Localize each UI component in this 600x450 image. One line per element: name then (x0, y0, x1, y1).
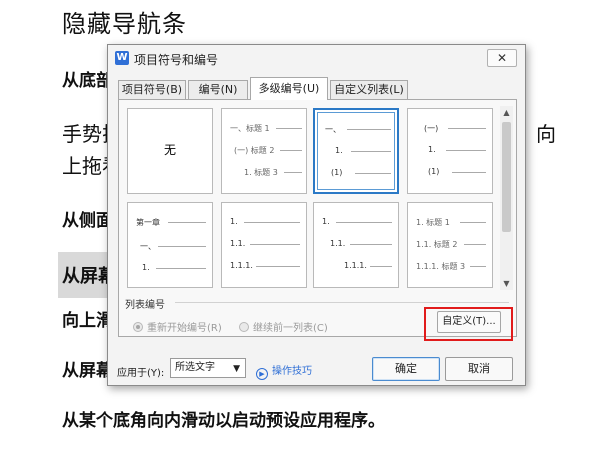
preview-line (460, 222, 486, 223)
gallery-scrollbar[interactable]: ▲ ▼ (500, 106, 513, 290)
style-decimal-indented[interactable]: 1. 1.1. 1.1.1. (313, 202, 399, 288)
style-row: 1.1. (230, 239, 246, 248)
tab-numbering[interactable]: 编号(N) (188, 80, 248, 99)
multilevel-panel: 无 一、标题 1 (一) 标题 2 1. 标题 3 一、 1. (1) (一) (118, 99, 517, 337)
section-divider (175, 302, 509, 303)
preview-line (284, 172, 302, 173)
chevron-down-icon: ▼ (233, 364, 240, 374)
style-row: 1. (428, 145, 436, 154)
page-title: 隐藏导航条 (62, 10, 187, 38)
style-row: 1.1.1. 标题 3 (416, 262, 466, 271)
apply-to-value: 所选文字 (175, 362, 215, 373)
tips-link[interactable]: ▶ 操作技巧 (256, 362, 312, 380)
style-row: 1.1. (330, 239, 346, 248)
preview-line (350, 244, 392, 245)
style-row: 1. (335, 146, 343, 155)
style-none-label: 无 (163, 143, 176, 157)
style-row: 一、 (325, 125, 341, 134)
style-row: 1. (230, 217, 238, 226)
ok-button[interactable]: 确定 (372, 357, 440, 381)
radio-selected-icon (133, 322, 143, 332)
apply-to-label: 应用于(Y): (117, 368, 165, 379)
doc-line-8: 从某个底角向内滑动以启动预设应用程序。 (62, 411, 385, 431)
style-heading-chinese[interactable]: 一、标题 1 (一) 标题 2 1. 标题 3 (221, 108, 307, 194)
play-icon: ▶ (256, 368, 268, 380)
scroll-down-icon[interactable]: ▼ (500, 277, 513, 290)
wps-logo-icon: W (115, 51, 129, 65)
preview-line (158, 246, 206, 247)
style-chapter[interactable]: 第一章 一、 1. (127, 202, 213, 288)
preview-line (336, 222, 392, 223)
style-row: 1. 标题 3 (244, 168, 278, 177)
radio-continue-list[interactable]: 继续前一列表(C) (239, 319, 328, 334)
preview-line (168, 222, 206, 223)
style-row: 一、标题 1 (230, 124, 270, 133)
preview-line (250, 244, 300, 245)
style-row: 一、 (140, 242, 156, 251)
preview-line (464, 244, 486, 245)
highlight-annotation-box (424, 307, 513, 341)
tips-label: 操作技巧 (272, 366, 312, 377)
style-none[interactable]: 无 (127, 108, 213, 194)
preview-line (370, 266, 392, 267)
tab-bullets[interactable]: 项目符号(B) (118, 80, 186, 99)
doc-line-4: 从侧面 (62, 211, 113, 231)
apply-to-select[interactable]: 所选文字 ▼ (170, 358, 246, 378)
doc-line-7: 从屏幕 (62, 361, 113, 381)
list-numbering-label: 列表编号 (125, 300, 165, 311)
style-row: (一) (424, 124, 439, 133)
radio-restart-numbering[interactable]: 重新开始编号(R) (133, 319, 222, 334)
preview-line (347, 129, 391, 130)
style-chinese-numbered[interactable]: 一、 1. (1) (313, 108, 399, 194)
style-row: 1. (322, 217, 330, 226)
radio-empty-icon (239, 322, 249, 332)
preview-line (256, 266, 300, 267)
radio-continue-label: 继续前一列表(C) (253, 323, 328, 334)
preview-line (244, 222, 300, 223)
style-row: (1) (331, 168, 343, 177)
style-row: 1. (142, 263, 150, 272)
preview-line (280, 150, 302, 151)
style-gallery: 无 一、标题 1 (一) 标题 2 1. 标题 3 一、 1. (1) (一) (127, 108, 498, 290)
style-row: 1.1.1. (230, 261, 253, 270)
preview-line (470, 266, 486, 267)
style-row: 1.1. 标题 2 (416, 240, 458, 249)
doc-line-1: 从底部 (62, 71, 113, 91)
preview-line (351, 151, 391, 152)
doc-line-6: 向上滑 (62, 311, 113, 331)
style-row: 1. 标题 1 (416, 218, 450, 227)
dialog-title: 项目符号和编号 (134, 53, 219, 67)
cancel-button[interactable]: 取消 (445, 357, 513, 381)
tab-multilevel[interactable]: 多级编号(U) (250, 77, 328, 100)
scroll-thumb[interactable] (502, 122, 511, 232)
style-decimal-heading[interactable]: 1. 标题 1 1.1. 标题 2 1.1.1. 标题 3 (407, 202, 493, 288)
close-button[interactable]: ✕ (487, 49, 517, 67)
preview-line (156, 268, 206, 269)
scroll-up-icon[interactable]: ▲ (500, 106, 513, 119)
style-decimal-outline[interactable]: 1. 1.1. 1.1.1. (221, 202, 307, 288)
dialog-titlebar[interactable]: W 项目符号和编号 ✕ (108, 45, 525, 73)
preview-line (276, 128, 302, 129)
preview-line (446, 150, 486, 151)
style-row: 1.1.1. (344, 261, 367, 270)
style-row: 第一章 (136, 218, 160, 227)
style-paren-chinese[interactable]: (一) 1. (1) (407, 108, 493, 194)
tab-custom-list[interactable]: 自定义列表(L) (330, 80, 408, 99)
preview-line (448, 128, 486, 129)
preview-line (452, 172, 486, 173)
preview-line (355, 173, 391, 174)
style-row: (一) 标题 2 (234, 146, 275, 155)
style-row: (1) (428, 167, 440, 176)
doc-line-2-tail: 向 (536, 122, 556, 146)
radio-restart-label: 重新开始编号(R) (147, 323, 222, 334)
